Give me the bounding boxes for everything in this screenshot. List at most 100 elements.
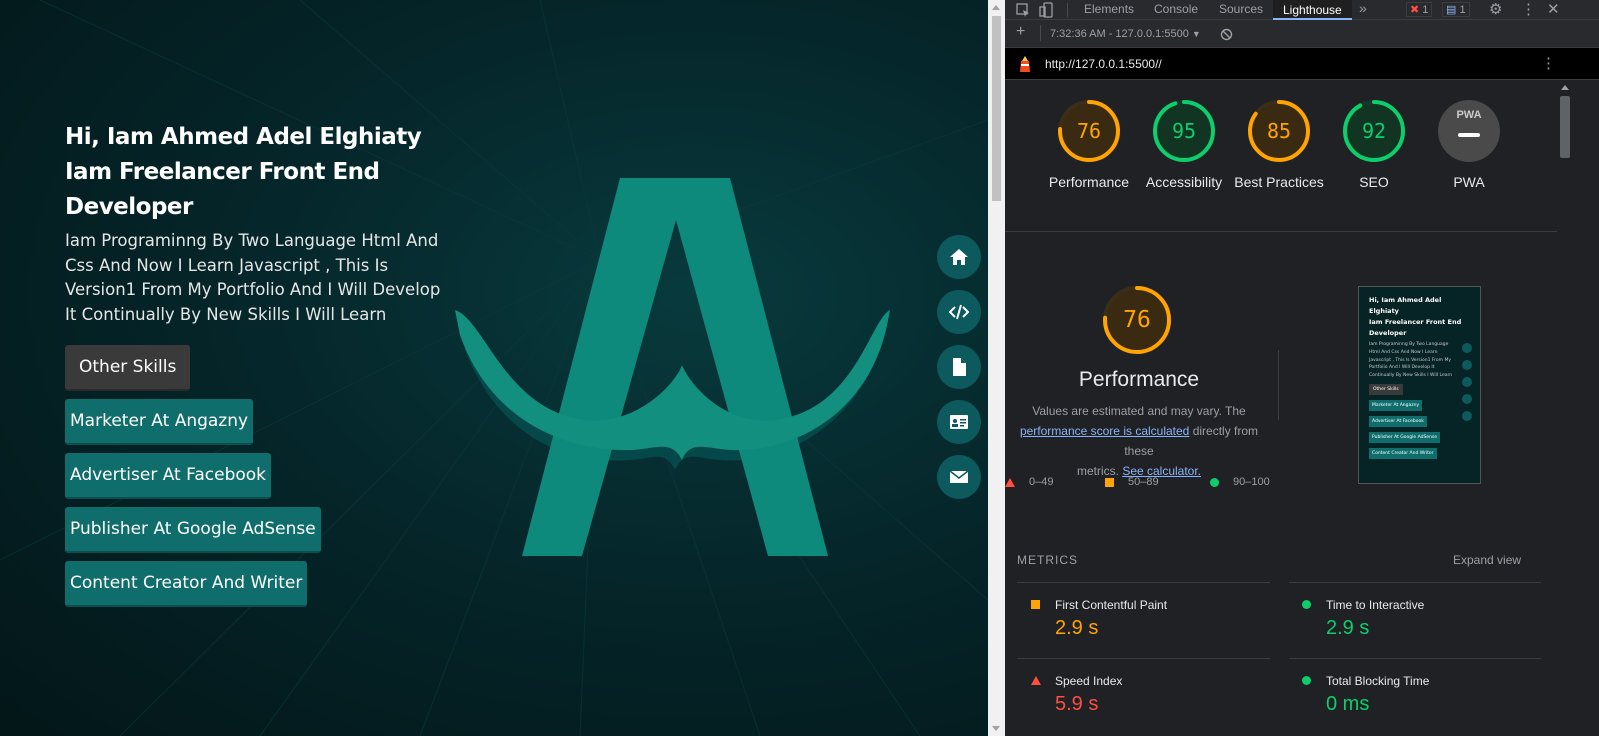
close-devtools-icon[interactable]: ✕ [1547, 0, 1560, 18]
metric-name: Speed Index [1055, 674, 1123, 688]
thumb-skill: Advertiser At Facebook [1369, 415, 1427, 427]
legend-pass: 90–100 [1233, 476, 1270, 488]
scroll-up-arrow[interactable] [992, 5, 1000, 10]
hero-heading: Hi, Iam Ahmed Adel Elghiaty Iam Freelanc… [65, 120, 445, 225]
desc-text: metrics. [1076, 464, 1119, 478]
skill-publisher-button[interactable]: Publisher At Google AdSense [65, 507, 321, 553]
scroll-up-arrow[interactable] [1561, 85, 1569, 90]
thumbnail-intro: Iam Programinng By Two Language Html And… [1369, 342, 1453, 379]
thumb-skill: Content Creator And Writer [1369, 447, 1437, 459]
envelope-icon [949, 470, 969, 483]
thumbnail-nav [1462, 343, 1472, 421]
tab-elements[interactable]: Elements [1084, 2, 1134, 16]
other-skills-button[interactable]: Other Skills [65, 345, 191, 391]
gauge-seo[interactable]: 92 [1342, 99, 1406, 163]
new-report-icon[interactable]: + [1016, 23, 1025, 41]
skill-advertiser-button[interactable]: Advertiser At Facebook [65, 453, 272, 499]
metric-tti: Time to Interactive 2.9 s [1302, 598, 1424, 640]
gauge-label: Best Practices [1234, 174, 1324, 190]
gauge-score: 76 [1076, 119, 1102, 143]
clear-reports-icon[interactable] [1220, 28, 1233, 41]
thumb-skill: Marketer At Angazny [1369, 399, 1423, 411]
gauge-label: Performance [1048, 174, 1130, 190]
average-square-icon [1105, 478, 1114, 487]
nav-contact-card-button[interactable] [937, 400, 981, 444]
skill-marketer-button[interactable]: Marketer At Angazny [65, 399, 254, 445]
fail-triangle-icon [1031, 676, 1041, 685]
chevron-down-icon: ▼ [1191, 29, 1201, 39]
gauge-label: SEO [1359, 174, 1389, 190]
nav-email-button[interactable] [937, 455, 981, 499]
metric-value: 2.9 s [1055, 617, 1099, 639]
gauge-score: 92 [1361, 119, 1387, 143]
more-tabs-icon[interactable]: » [1359, 0, 1367, 16]
metric-name: First Contentful Paint [1055, 598, 1168, 612]
metric-name: Time to Interactive [1326, 598, 1425, 612]
scroll-down-arrow[interactable] [992, 726, 1000, 731]
metrics-divider [1289, 582, 1541, 583]
report-menu-icon[interactable]: ⋮ [1541, 54, 1556, 72]
tab-console[interactable]: Console [1154, 2, 1198, 16]
thumb-heading-line: Iam Freelancer Front End [1369, 318, 1462, 326]
heading-line-3: Developer [65, 194, 193, 220]
hero-intro: Iam Programinng By Two Language Html And… [65, 231, 441, 324]
report-url[interactable]: http://127.0.0.1:5500// [1045, 57, 1162, 71]
thumbnail-heading: Hi, Iam Ahmed Adel Elghiaty Iam Freelance… [1369, 295, 1470, 339]
gauge-score: 85 [1266, 119, 1292, 143]
message-icon: ▤ [1446, 4, 1457, 16]
report-selector[interactable]: 7:32:36 AM - 127.0.0.1:5500 ▼ [1050, 28, 1201, 40]
metrics-title: METRICS [1017, 553, 1078, 567]
page-scrollbar[interactable] [988, 0, 1005, 736]
vertical-divider [1278, 350, 1279, 420]
messages-counter[interactable]: ▤ 1 [1442, 2, 1470, 17]
device-toggle-icon[interactable] [1039, 2, 1055, 18]
nav-file-button[interactable] [937, 345, 981, 389]
performance-description: Values are estimated and may vary. The p… [1005, 401, 1273, 481]
metric-speed-index: Speed Index 5.9 s [1031, 674, 1122, 716]
home-icon [950, 249, 968, 265]
metric-tbt: Total Blocking Time 0 ms [1302, 674, 1429, 716]
gauge-accessibility[interactable]: 95 [1152, 99, 1216, 163]
tab-lighthouse[interactable]: Lighthouse [1273, 0, 1352, 20]
scrollbar-thumb[interactable] [1560, 96, 1570, 158]
report-scrollbar[interactable] [1557, 82, 1574, 736]
thumbnail-skills: Other Skills Marketer At Angazny Adverti… [1369, 383, 1470, 459]
brand-logo [455, 178, 890, 556]
toolbar-divider [1040, 25, 1041, 41]
legend-fail: 0–49 [1029, 476, 1054, 488]
final-screenshot-thumbnail[interactable]: Hi, Iam Ahmed Adel Elghiaty Iam Freelance… [1358, 286, 1481, 484]
legend-average: 50–89 [1128, 476, 1159, 488]
desc-text: Values are estimated and may vary. The [1032, 404, 1246, 418]
nav-code-button[interactable] [937, 290, 981, 334]
gauge-pwa[interactable]: PWA [1437, 99, 1501, 163]
score-calculated-link[interactable]: performance score is calculated [1020, 424, 1189, 438]
performance-big-score: 76 [1123, 307, 1151, 333]
gauge-label: PWA [1453, 174, 1485, 190]
expand-view-toggle[interactable]: Expand view [1453, 553, 1521, 567]
inspect-element-icon[interactable] [1015, 2, 1031, 18]
tab-sources[interactable]: Sources [1219, 2, 1263, 16]
thumb-nav-dot [1462, 411, 1472, 421]
skill-content-creator-button[interactable]: Content Creator And Writer [65, 561, 308, 607]
metric-value: 0 ms [1326, 693, 1370, 715]
settings-gear-icon[interactable]: ⚙ [1489, 0, 1502, 18]
section-divider [1005, 231, 1557, 232]
thumb-heading-line: Developer [1369, 329, 1407, 337]
more-options-icon[interactable]: ⋮ [1521, 0, 1536, 18]
devtools-panel: Elements Console Sources Lighthouse » ✖ … [1005, 0, 1599, 736]
pwa-text: PWA [1456, 109, 1482, 121]
metric-value: 5.9 s [1055, 693, 1099, 715]
errors-counter[interactable]: ✖ 1 [1406, 2, 1433, 17]
pass-circle-icon [1302, 676, 1311, 685]
thumb-nav-dot [1462, 343, 1472, 353]
scrollbar-thumb[interactable] [992, 16, 1001, 201]
lighthouse-report: 76 Performance 95 Accessibility 85 Best … [1005, 82, 1557, 736]
gauge-best-practices[interactable]: 85 [1247, 99, 1311, 163]
average-square-icon [1031, 600, 1040, 609]
heading-line-1: Hi, Iam Ahmed Adel Elghiaty [65, 124, 422, 150]
metric-value: 2.9 s [1326, 617, 1370, 639]
nav-home-button[interactable] [937, 235, 981, 279]
gauge-performance[interactable]: 76 [1057, 99, 1121, 163]
message-count: 1 [1459, 4, 1466, 16]
metric-fcp: First Contentful Paint 2.9 s [1031, 598, 1167, 640]
